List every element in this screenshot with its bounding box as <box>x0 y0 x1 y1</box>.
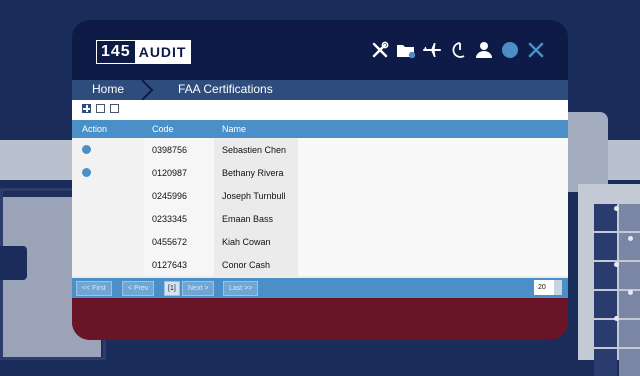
logo-word: AUDIT <box>134 41 191 63</box>
table-row[interactable]: 0120987 Bethany Rivera <box>72 161 568 184</box>
last-page-button[interactable]: Last >> <box>223 281 259 296</box>
cell-name: Joseph Turnbull <box>222 191 286 201</box>
breadcrumb: Home FAA Certifications <box>72 79 568 101</box>
add-record-button[interactable] <box>82 104 91 113</box>
app-window: 145 AUDIT Home FAA Certifications Action… <box>72 20 568 340</box>
cell-name: Emaan Bass <box>222 214 274 224</box>
prev-page-button[interactable]: < Prev <box>122 281 155 296</box>
background-panel-tab <box>0 246 27 280</box>
background-dot <box>628 290 633 295</box>
close-icon[interactable] <box>526 40 546 60</box>
cell-code: 0455672 <box>152 237 188 247</box>
page-size-dropdown-handle[interactable] <box>554 280 562 295</box>
first-page-button[interactable]: << First <box>76 281 112 296</box>
table-row[interactable]: 0127643 Conor Cash <box>72 253 568 276</box>
background-checker-grid <box>594 204 640 376</box>
pagination-bar: << First < Prev [1] Next > Last >> 20 <box>72 278 568 298</box>
cell-code: 0245996 <box>152 191 188 201</box>
toolbar <box>370 40 546 60</box>
background-dot <box>614 316 619 321</box>
delete-record-button[interactable] <box>110 104 119 113</box>
cell-code: 0127643 <box>152 260 188 270</box>
row-select-radio[interactable] <box>82 168 91 177</box>
breadcrumb-home[interactable]: Home <box>92 82 124 96</box>
next-page-button[interactable]: Next > <box>182 281 215 296</box>
cell-name: Conor Cash <box>222 260 271 270</box>
user-icon[interactable] <box>474 40 494 60</box>
cell-code: 0398756 <box>152 145 188 155</box>
column-header-name[interactable]: Name <box>222 124 246 134</box>
table-row[interactable]: 0455672 Kiah Cowan <box>72 230 568 253</box>
tools-icon[interactable] <box>370 40 390 60</box>
cell-name: Bethany Rivera <box>222 168 284 178</box>
background-dot <box>628 236 633 241</box>
folder-icon[interactable] <box>396 40 416 60</box>
table-row[interactable]: 0245996 Joseph Turnbull <box>72 184 568 207</box>
moon-icon[interactable] <box>448 40 468 60</box>
table-row[interactable]: 0233345 Emaan Bass <box>72 207 568 230</box>
footer-panel <box>72 298 568 340</box>
table-row[interactable]: 0398756 Sebastien Chen <box>72 138 568 161</box>
column-header-code[interactable]: Code <box>152 124 174 134</box>
column-header-action[interactable]: Action <box>82 124 107 134</box>
title-bar: 145 AUDIT <box>72 20 568 80</box>
grid-body: 0398756 Sebastien Chen 0120987 Bethany R… <box>72 138 568 278</box>
app-logo[interactable]: 145 AUDIT <box>96 40 192 64</box>
cell-code: 0233345 <box>152 214 188 224</box>
grid-header: Action Code Name <box>72 120 568 138</box>
current-page-indicator: [1] <box>164 281 180 296</box>
cell-name: Sebastien Chen <box>222 145 287 155</box>
logo-number: 145 <box>97 41 135 63</box>
circle-icon[interactable] <box>500 40 520 60</box>
breadcrumb-current: FAA Certifications <box>178 82 273 96</box>
action-toolbar <box>72 100 568 120</box>
background-dot <box>614 262 619 267</box>
row-select-radio[interactable] <box>82 145 91 154</box>
cell-code: 0120987 <box>152 168 188 178</box>
cell-name: Kiah Cowan <box>222 237 271 247</box>
background-dot <box>614 206 619 211</box>
edit-record-button[interactable] <box>96 104 105 113</box>
airplane-icon[interactable] <box>422 40 442 60</box>
